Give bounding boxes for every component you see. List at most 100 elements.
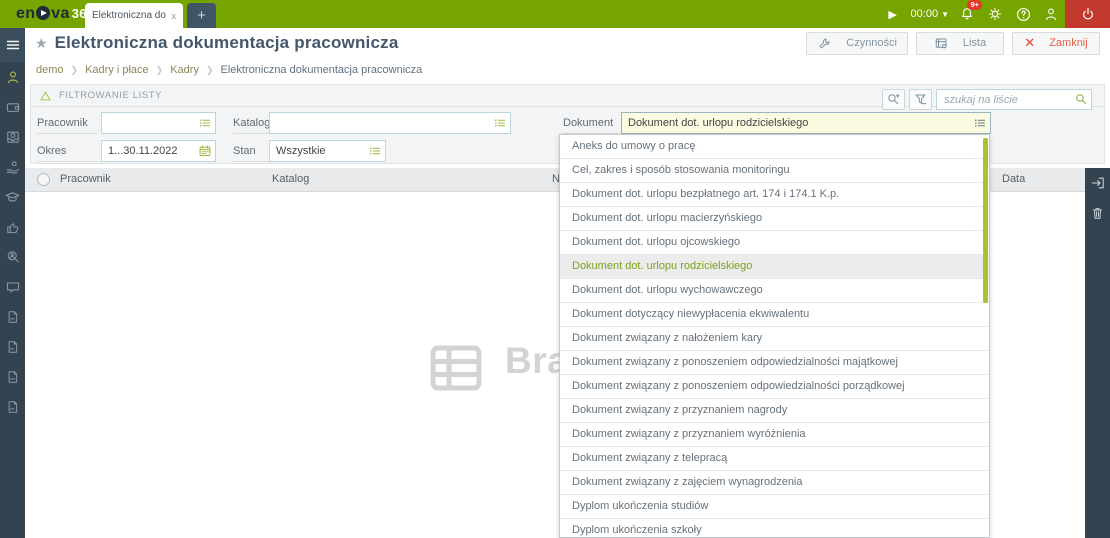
filter-panel-title: FILTROWANIE LISTY (59, 90, 162, 101)
help-button[interactable] (1009, 0, 1037, 28)
sidebar-item-kadry[interactable] (0, 62, 25, 92)
calendar-icon[interactable] (198, 144, 212, 158)
dropdown-item-selected[interactable]: Dokument dot. urlopu rodzicielskiego (560, 255, 989, 279)
list-select-icon[interactable] (368, 144, 382, 158)
column-pracownik[interactable]: Pracownik (60, 173, 111, 185)
dropdown-item[interactable]: Dokument dot. urlopu wychowawczego (560, 279, 989, 303)
sidebar-item-wyplaty[interactable] (0, 152, 25, 182)
dropdown-item[interactable]: Dokument związany z przyznaniem nagrody (560, 399, 989, 423)
settings-button[interactable] (981, 0, 1009, 28)
delete-button[interactable] (1085, 198, 1110, 228)
dropdown-item[interactable]: Dokument związany z ponoszeniem odpowied… (560, 351, 989, 375)
dropdown-item[interactable]: Dyplom ukończenia studiów (560, 495, 989, 519)
sidebar-item-szkolenia[interactable] (0, 182, 25, 212)
breadcrumb-link-kadry-i-place[interactable]: Kadry i płace (85, 64, 149, 76)
document-icon (5, 399, 20, 415)
left-sidebar (0, 28, 25, 538)
empty-table-icon (430, 345, 482, 391)
play-button[interactable]: ▶ (879, 0, 907, 28)
funnel-icon (913, 92, 928, 107)
chevron-right-icon: ❯ (206, 65, 214, 76)
sidebar-item-deklaracje-2[interactable] (0, 332, 25, 362)
dropdown-item[interactable]: Dokument związany z telepracą (560, 447, 989, 471)
katalog-input[interactable] (269, 112, 511, 134)
search-star-icon (886, 92, 901, 107)
power-icon (1080, 6, 1096, 22)
document-icon (5, 369, 20, 385)
okres-field (101, 140, 216, 162)
open-tab[interactable]: Elektroniczna dokum... x (85, 3, 183, 28)
czynnosci-button[interactable]: Czynności (806, 32, 908, 55)
dropdown-item[interactable]: Cel, zakres i sposób stosowania monitori… (560, 159, 989, 183)
thumbs-up-icon (5, 219, 21, 235)
okres-label: Okres (37, 140, 97, 162)
title-bar: ★ Elektroniczna dokumentacja pracownicza… (25, 28, 1110, 58)
sidebar-item-rekrutacja[interactable] (0, 242, 25, 272)
pracownik-label: Pracownik (37, 112, 97, 134)
chevron-down-icon: ▼ (941, 10, 949, 19)
dropdown-item[interactable]: Dokument dot. urlopu bezpłatnego art. 17… (560, 183, 989, 207)
dropdown-item[interactable]: Dokument dotyczący niewypłacenia ekwiwal… (560, 303, 989, 327)
favorite-star-icon[interactable]: ★ (35, 35, 48, 52)
user-account-button[interactable] (1037, 0, 1065, 28)
top-bar: enva365 Elektroniczna dokum... x + ▶ 00:… (0, 0, 1110, 28)
breadcrumb-link-kadry[interactable]: Kadry (170, 64, 199, 76)
trash-icon (1090, 205, 1105, 221)
search-input[interactable] (936, 89, 1092, 110)
logo-text: en (16, 5, 35, 23)
select-all-checkbox[interactable] (37, 173, 50, 186)
logout-button[interactable] (1065, 0, 1110, 28)
filter-funnel-button[interactable] (909, 89, 932, 110)
open-record-button[interactable] (1085, 168, 1110, 198)
help-icon (1015, 6, 1032, 23)
user-icon (1043, 6, 1059, 22)
dropdown-item[interactable]: Dokument dot. urlopu macierzyńskiego (560, 207, 989, 231)
lista-button[interactable]: Lista (916, 32, 1004, 55)
pracownik-field (101, 112, 216, 134)
sidebar-item-deklaracje-1[interactable] (0, 302, 25, 332)
breadcrumb: demo ❯ Kadry i płace ❯ Kadry ❯ Elektroni… (25, 58, 1110, 82)
page-title: Elektroniczna dokumentacja pracownicza (55, 33, 399, 53)
advanced-search-button[interactable] (882, 89, 905, 110)
dropdown-item[interactable]: Dokument związany z zajęciem wynagrodzen… (560, 471, 989, 495)
sidebar-item-oceny[interactable] (0, 212, 25, 242)
dropdown-item[interactable]: Dokument związany z ponoszeniem odpowied… (560, 375, 989, 399)
new-tab-button[interactable]: + (187, 3, 216, 28)
export-icon (1090, 175, 1106, 191)
tab-label: Elektroniczna dokum... (92, 10, 166, 21)
notifications-button[interactable]: 9+ (953, 0, 981, 28)
katalog-field (269, 112, 511, 134)
dropdown-item[interactable]: Dokument związany z nałożeniem kary (560, 327, 989, 351)
triangle-warning-icon (39, 90, 52, 102)
dropdown-item[interactable]: Dokument związany z przyznaniem wyróżnie… (560, 423, 989, 447)
breadcrumb-current: Elektroniczna dokumentacja pracownicza (221, 64, 423, 76)
wallet-icon (5, 99, 21, 115)
sidebar-item-deklaracje-3[interactable] (0, 362, 25, 392)
gear-icon (987, 6, 1003, 22)
column-data[interactable]: Data (1002, 173, 1025, 185)
search-icon[interactable] (1074, 92, 1088, 111)
list-select-icon[interactable] (198, 116, 212, 130)
dropdown-scrollbar[interactable] (983, 138, 988, 303)
main-menu-button[interactable] (0, 28, 25, 62)
tab-close-icon[interactable]: x (172, 11, 177, 21)
list-select-icon[interactable] (493, 116, 507, 130)
breadcrumb-link-demo[interactable]: demo (36, 64, 64, 76)
chevron-right-icon: ❯ (156, 65, 164, 76)
sidebar-item-deklaracje-4[interactable] (0, 392, 25, 422)
document-icon (5, 339, 20, 355)
sidebar-item-komunikaty[interactable] (0, 272, 25, 302)
list-select-icon[interactable] (973, 116, 987, 130)
dokument-input[interactable] (621, 112, 991, 134)
column-katalog[interactable]: Katalog (272, 173, 309, 185)
dropdown-item[interactable]: Aneks do umowy o pracę (560, 135, 989, 159)
sidebar-item-portfel[interactable] (0, 92, 25, 122)
work-timer[interactable]: 00:00 ▼ (907, 8, 953, 20)
sidebar-item-wplaty[interactable] (0, 122, 25, 152)
zamknij-button[interactable]: ✕ Zamknij (1012, 32, 1100, 55)
hand-coin-icon (5, 159, 21, 175)
dropdown-item[interactable]: Dokument dot. urlopu ojcowskiego (560, 231, 989, 255)
dropdown-item[interactable]: Dyplom ukończenia szkoły (560, 519, 989, 538)
dokument-label: Dokument (563, 112, 618, 134)
lista-label: Lista (963, 37, 986, 49)
